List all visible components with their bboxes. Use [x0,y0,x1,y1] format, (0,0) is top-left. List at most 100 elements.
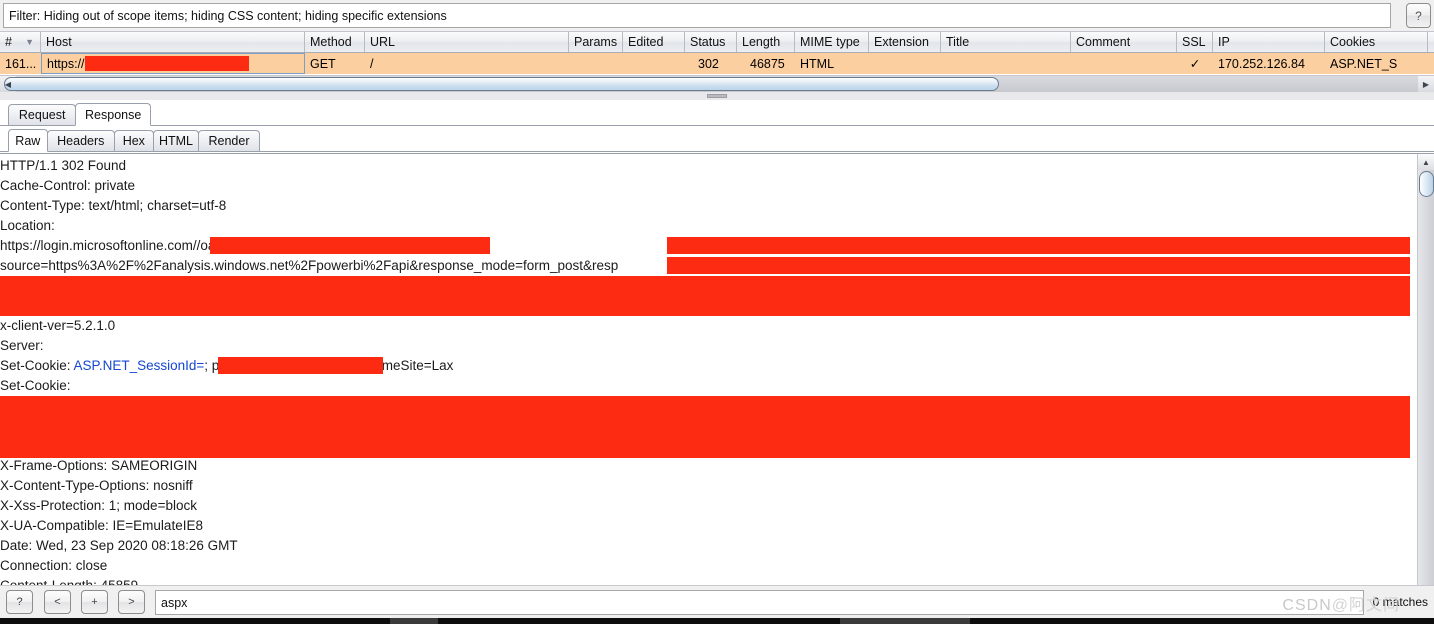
sort-descending-icon[interactable]: ▼ [25,37,34,47]
filter-bar: Filter: Hiding out of scope items; hidin… [0,0,1434,31]
column-header-edited[interactable]: Edited [623,32,685,52]
cell-host[interactable]: https:// [41,53,305,74]
help-glyph: ? [1415,8,1422,23]
table-header-row: # ▼ Host Method URL Params Edited Status Length M… [0,31,1434,53]
redaction-block [0,416,1410,437]
cell-extension[interactable] [869,53,941,74]
scroll-left-arrow-icon[interactable]: ◀ [0,76,16,92]
column-header-host[interactable]: Host [41,32,305,52]
column-header-cookies[interactable]: Cookies [1325,32,1428,52]
header-server: Server: [0,336,1410,356]
column-header-params[interactable]: Params [569,32,623,52]
match-count-label: 0 matches [1372,595,1428,609]
cell-value: 170.252.126.84 [1218,56,1305,71]
previous-match-button[interactable]: < [44,590,71,614]
column-header-extension[interactable]: Extension [869,32,941,52]
cell-params[interactable] [569,53,623,74]
header-location-value: https://login.microsoftonline.com//oauth… [0,236,1410,256]
add-button[interactable]: + [81,590,108,614]
scroll-right-arrow-icon[interactable]: ▶ [1418,76,1434,92]
tab-headers[interactable]: Headers [46,130,115,151]
column-header-method[interactable]: Method [305,32,365,52]
cell-url[interactable]: / [365,53,569,74]
header-location-continued: source=https%3A%2F%2Fanalysis.windows.ne… [0,256,1410,276]
tab-html[interactable]: HTML [152,130,200,151]
help-button[interactable]: ? [6,590,33,614]
primary-tab-strip: Request Response [0,100,1434,126]
redaction-block [667,237,1410,254]
response-vertical-scrollbar[interactable]: ▲ [1417,154,1434,585]
column-header-label: Edited [628,35,664,49]
redaction-block [0,276,1410,296]
line-text: Date: Wed, 23 Sep 2020 08:18:26 GMT [0,538,238,553]
column-header-[interactable]: # ▼ [0,32,41,52]
filter-input[interactable]: Filter: Hiding out of scope items; hidin… [3,3,1391,28]
button-label: ? [16,596,23,608]
tab-hex[interactable]: Hex [114,130,154,151]
column-header-ip[interactable]: IP [1213,32,1325,52]
tab-raw[interactable]: Raw [8,129,48,152]
line-text: Cache-Control: private [0,178,136,193]
column-header-url[interactable]: URL [365,32,569,52]
cell-number[interactable]: 161... [0,53,41,74]
cell-length[interactable]: 46875 [737,53,795,74]
tab-label: Render [208,134,250,148]
redaction-block [0,396,1410,417]
taskbar-item [390,618,438,624]
cell-title[interactable] [941,53,1071,74]
filter-label: Filter: Hiding out of scope items; hidin… [9,8,447,23]
cell-method[interactable]: GET [305,53,365,74]
redaction-block [667,257,1410,274]
header-date: Date: Wed, 23 Sep 2020 08:18:26 GMT [0,536,1410,556]
scroll-thumb[interactable] [1419,171,1434,197]
header-set-cookie-session: Set-Cookie: ASP.NET_SessionId=; path=/; … [0,356,1410,376]
cell-edited[interactable] [623,53,685,74]
panel-splitter[interactable] [0,92,1434,100]
column-header-mime-type[interactable]: MIME type [795,32,869,52]
column-header-ssl[interactable]: SSL [1177,32,1213,52]
button-label: > [128,596,135,608]
redaction-block [218,357,383,374]
redaction-block [0,296,1410,316]
redacted-line [0,276,1410,296]
raw-response-panel[interactable]: HTTP/1.1 302 Found Cache-Control: private… [0,153,1434,585]
cell-ip[interactable]: 170.252.126.84 [1213,53,1325,74]
history-horizontal-scrollbar[interactable]: ◀ ▶ [0,75,1434,92]
proxy-history-table: # ▼ Host Method URL Params Edited Status Length M… [0,31,1434,75]
column-header-label: Host [46,35,72,49]
splitter-grip[interactable] [707,94,727,98]
column-header-status[interactable]: Status [685,32,737,52]
tab-response[interactable]: Response [75,103,151,126]
cell-cookies[interactable]: ASP.NET_S [1325,53,1428,74]
cell-ssl[interactable]: ✓ [1177,53,1213,74]
help-icon[interactable]: ? [1406,3,1431,28]
cell-value: HTML [800,56,835,71]
scroll-thumb[interactable] [4,77,999,91]
search-input[interactable]: aspx [155,590,1364,615]
line-text: Server: [0,338,44,353]
column-header-label: Extension [874,35,929,49]
line-text: X-Content-Type-Options: nosniff [0,478,193,493]
tab-request[interactable]: Request [8,104,77,125]
column-header-label: Length [742,35,781,49]
header-content-type: Content-Type: text/html; charset=utf-8 [0,196,1410,216]
button-label: < [54,596,61,608]
column-header-title[interactable]: Title [941,32,1071,52]
scroll-track[interactable] [1418,170,1434,585]
cell-value: 302 [698,56,719,71]
cell-status[interactable]: 302 [685,53,737,74]
table-row[interactable]: 161... https:// GET / 302 46875 HTML ✓ 170.252.1… [0,53,1434,74]
tab-underline [0,151,1434,152]
column-header-length[interactable]: Length [737,32,795,52]
column-header-label: # [5,35,12,49]
header-x-content-type-options: X-Content-Type-Options: nosniff [0,476,1410,496]
cell-mime-type[interactable]: HTML [795,53,869,74]
secondary-tab-strip: Raw Headers Hex HTML Render [0,126,1434,152]
tab-render[interactable]: Render [198,130,260,151]
header-x-client-ver: x-client-ver=5.2.1.0 [0,316,1410,336]
next-match-button[interactable]: > [118,590,145,614]
scroll-up-arrow-icon[interactable]: ▲ [1418,154,1434,170]
cell-comment[interactable] [1071,53,1177,74]
column-header-comment[interactable]: Comment [1071,32,1177,52]
column-header-label: SSL [1182,35,1206,49]
